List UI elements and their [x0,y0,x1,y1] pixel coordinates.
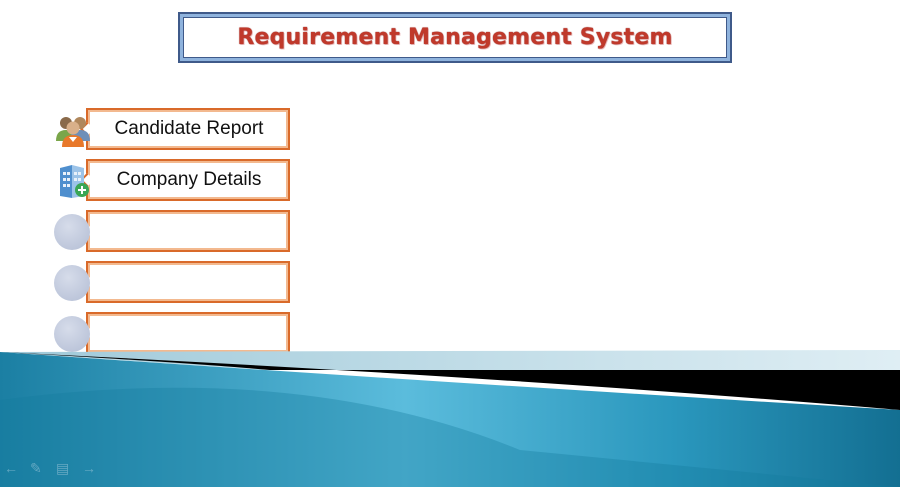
menu-item-label [92,261,286,303]
people-icon [54,111,92,149]
page-title: Requirement Management System [237,25,673,50]
arrow-left-icon[interactable]: ← [4,461,20,475]
menu-item-empty-1[interactable] [54,210,292,252]
circle-placeholder-icon [54,265,90,301]
pen-icon[interactable]: ✎ [30,461,46,475]
menu-item-label: Company Details [116,169,262,190]
decorative-wave-band [0,350,900,487]
building-icon [54,162,92,200]
menu-item-label [92,210,286,252]
menu-item-company-details[interactable]: Company Details [54,159,292,201]
menu-item-candidate-report[interactable]: Candidate Report [54,108,292,150]
menu-item-label: Candidate Report [114,118,264,139]
slide: Requirement Management System Candidate … [0,0,900,487]
circle-placeholder-icon [54,214,90,250]
slide-nav: ← ✎ ▤ → [4,461,98,475]
arrow-right-icon[interactable]: → [82,461,98,475]
menu-item-empty-2[interactable] [54,261,292,303]
slide-menu-icon[interactable]: ▤ [56,461,72,475]
